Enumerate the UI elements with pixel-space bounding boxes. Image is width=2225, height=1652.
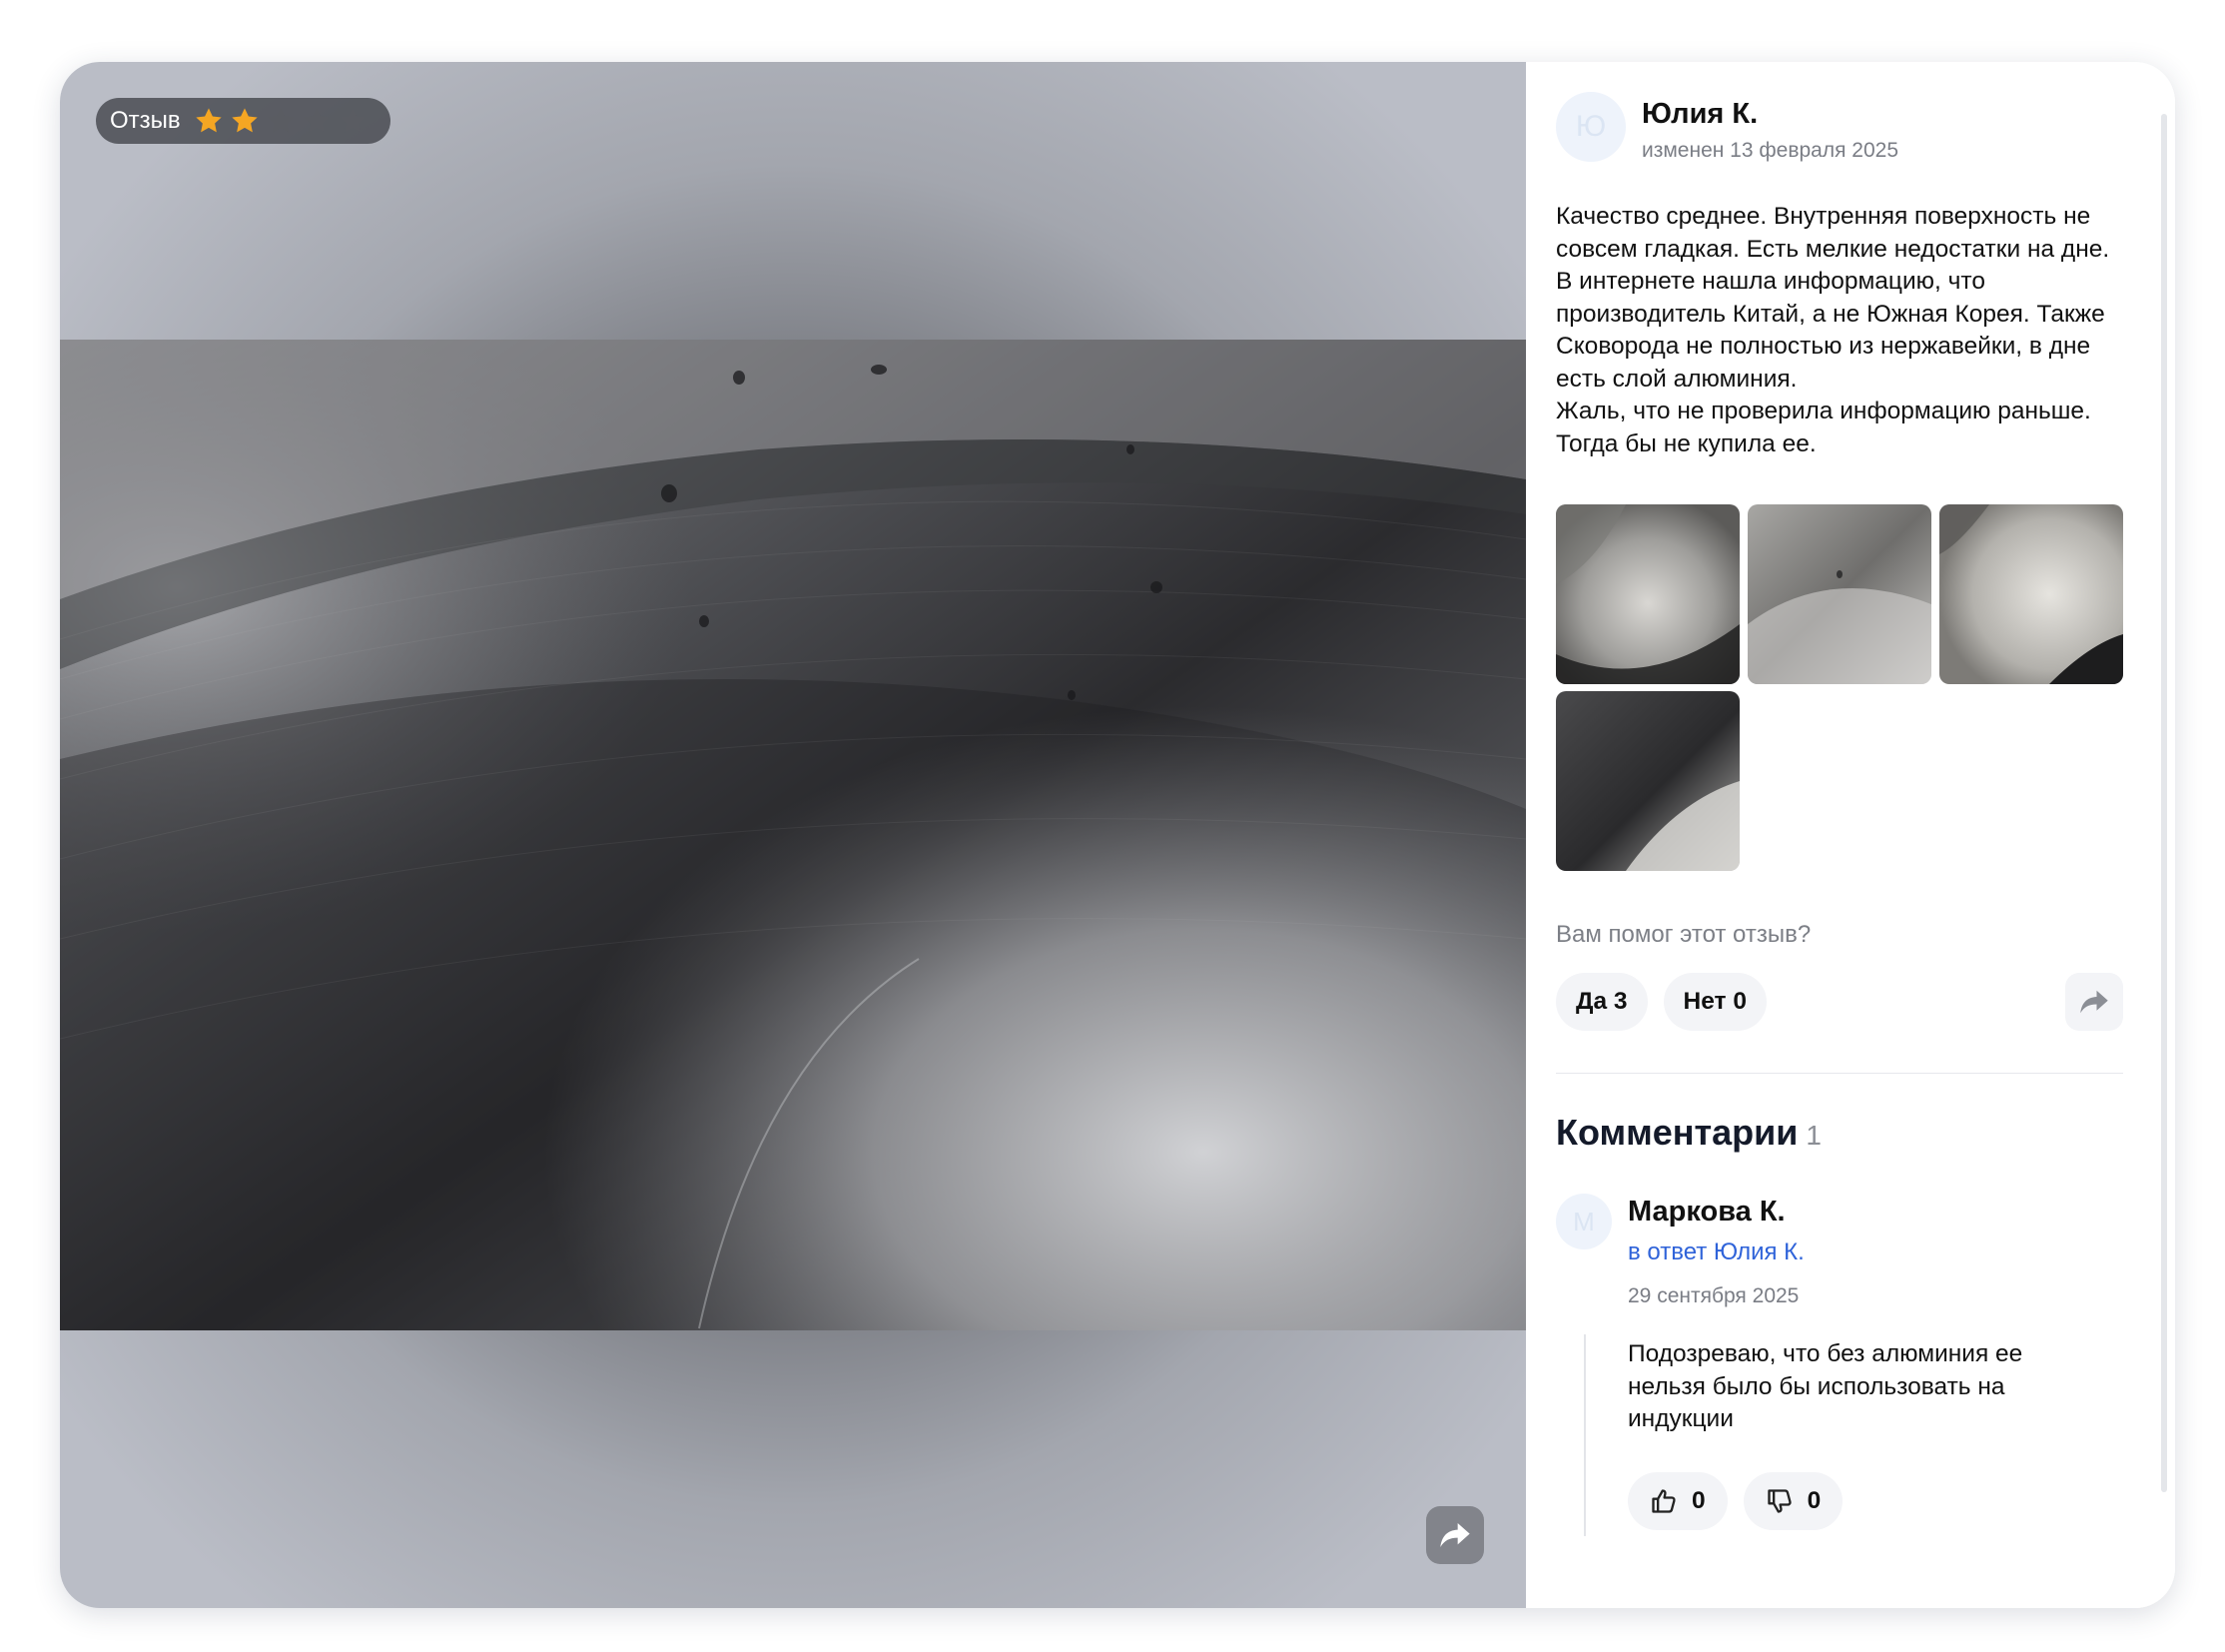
gallery-thumbnail[interactable] [1939,504,2123,684]
commenter-avatar: М [1556,1194,1612,1249]
comment-dislike-count: 0 [1807,1486,1822,1514]
comment-like-count: 0 [1692,1486,1706,1514]
comments-title: Комментарии [1556,1112,1799,1153]
review-photo [60,340,1526,1330]
review-share-button[interactable] [2065,973,2123,1031]
rating-stars [193,105,369,137]
media-share-button[interactable] [1426,1506,1484,1564]
star-icon [304,108,330,133]
review-details-panel: Ю Юлия К. изменен 13 февраля 2025 Качест… [1526,62,2175,1608]
gallery-thumbnail[interactable] [1556,504,1740,684]
comment-item: М Маркова К. в ответ Юлия К. 29 сентября… [1556,1194,2123,1308]
comment-text: Подозреваю, что без алюминия ее нельзя б… [1628,1340,2023,1432]
star-icon [196,108,222,133]
reply-to-link[interactable]: в ответ Юлия К. [1628,1239,1805,1266]
comment-dislike-button[interactable]: 0 [1743,1471,1844,1530]
star-icon [232,108,258,133]
comments-count: 1 [1806,1120,1822,1151]
review-rating-badge: Отзыв [96,98,390,144]
panel-scrollbar[interactable] [2161,114,2167,1492]
gallery-thumbnail[interactable] [1748,504,1931,684]
star-icon [340,108,366,133]
helpful-no-button[interactable]: Нет 0 [1663,973,1767,1031]
review-photo-gallery [1556,504,2123,871]
helpful-yes-button[interactable]: Да 3 [1556,973,1648,1031]
media-viewer: Отзыв [60,62,1526,1608]
comment-date: 29 сентября 2025 [1628,1284,1800,1307]
review-author: Ю Юлия К. изменен 13 февраля 2025 [1556,92,2123,163]
section-divider [1556,1073,2123,1074]
helpful-actions: Да 3 Нет 0 [1556,973,2123,1031]
rating-badge-label: Отзыв [110,107,181,134]
review-text: Качество среднее. Внутренняя поверхность… [1556,203,2110,457]
author-name[interactable]: Юлия К. [1642,98,1898,131]
comment-thread: Подозреваю, что без алюминия ее нельзя б… [1584,1334,2123,1536]
review-date: изменен 13 февраля 2025 [1642,139,1899,162]
author-avatar: Ю [1556,92,1626,162]
comment-like-button[interactable]: 0 [1628,1471,1728,1530]
comments-header: Комментарии 1 [1556,1112,2123,1154]
share-arrow-icon [2080,990,2108,1014]
comment-votes: 0 0 [1628,1471,2123,1536]
review-modal: Отзыв Ю Юлия К. изменен 13 февраля 2025 … [60,62,2175,1608]
gallery-thumbnail[interactable] [1556,691,1740,871]
star-icon [268,108,294,133]
thumbs-up-icon [1652,1488,1676,1513]
helpful-question: Вам помог этот отзыв? [1556,921,1812,948]
share-arrow-icon [1440,1523,1470,1547]
commenter-name[interactable]: Маркова К. [1628,1196,1805,1229]
thumbs-down-icon [1767,1488,1792,1513]
